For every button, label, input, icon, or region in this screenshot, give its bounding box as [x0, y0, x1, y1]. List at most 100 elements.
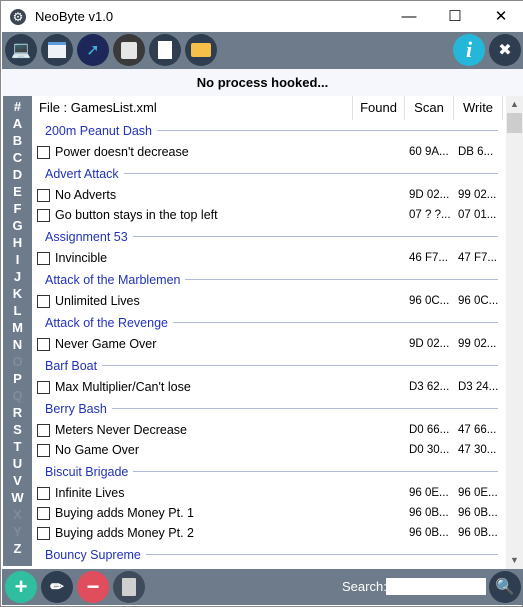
- cheat-label: Meters Never Decrease: [55, 423, 187, 437]
- pointer-icon[interactable]: ➚: [77, 34, 109, 66]
- cheat-row[interactable]: Never Game Over 9D 02... 99 02...: [32, 334, 506, 354]
- cheat-checkbox[interactable]: [37, 188, 50, 202]
- floppy-icon[interactable]: [113, 34, 145, 66]
- cheat-checkbox[interactable]: [37, 294, 50, 308]
- alphabet-index: # A B C D E F G H I J K L M N O P Q R S T U V W X Y Z: [3, 96, 32, 566]
- cheat-row[interactable]: Invincible 46 F7... 47 F7...: [32, 248, 506, 268]
- laptop-icon[interactable]: 💻: [5, 34, 37, 66]
- alphabet-letter[interactable]: C: [3, 149, 32, 166]
- alphabet-letter[interactable]: L: [3, 302, 32, 319]
- alphabet-letter: X: [13, 507, 22, 522]
- alphabet-letter[interactable]: B: [3, 132, 32, 149]
- cheat-row[interactable]: Buying adds Money Pt. 1 96 0B... 96 0B...: [32, 503, 506, 523]
- alphabet-letter[interactable]: W: [3, 489, 32, 506]
- cheat-label: Go button stays in the top left: [55, 208, 218, 222]
- scroll-down-arrow[interactable]: ▼: [506, 552, 523, 569]
- alphabet-letter[interactable]: M: [3, 319, 32, 336]
- cheat-checkbox[interactable]: [37, 486, 50, 500]
- document-icon[interactable]: [149, 34, 181, 66]
- tools-icon[interactable]: ✖: [489, 34, 521, 66]
- write-value: 96 0E...: [458, 487, 498, 499]
- scan-column-header[interactable]: Scan: [404, 96, 453, 120]
- cheat-checkbox[interactable]: [37, 423, 50, 437]
- cheat-checkbox[interactable]: [37, 506, 50, 520]
- alphabet-letter[interactable]: V: [3, 472, 32, 489]
- cheat-label: Buying adds Money Pt. 2: [55, 526, 194, 540]
- alphabet-letter[interactable]: K: [3, 285, 32, 302]
- cheat-row[interactable]: Power doesn't decrease 60 9A... DB 6...: [32, 142, 506, 162]
- file-label: File : GamesList.xml: [39, 100, 157, 115]
- window-icon[interactable]: [41, 34, 73, 66]
- cheat-row[interactable]: Buying adds Money Pt. 2 96 0B... 96 0B...: [32, 523, 506, 543]
- alphabet-letter[interactable]: F: [3, 200, 32, 217]
- alphabet-letter[interactable]: E: [3, 183, 32, 200]
- alphabet-letter[interactable]: U: [3, 455, 32, 472]
- game-name: Bouncy Supreme: [45, 547, 141, 562]
- cheat-list: 200m Peanut Dash Power doesn't decrease 60…: [32, 119, 506, 569]
- cheat-label: Power doesn't decrease: [55, 145, 189, 159]
- alphabet-letter[interactable]: Z: [3, 540, 32, 557]
- gear-icon: ⚙: [10, 8, 26, 25]
- search-icon[interactable]: 🔍: [489, 571, 521, 603]
- cheat-checkbox[interactable]: [37, 337, 50, 351]
- alphabet-letter[interactable]: S: [3, 421, 32, 438]
- divider: [145, 554, 498, 555]
- maximize-button[interactable]: ☐: [432, 1, 478, 32]
- minimize-button[interactable]: —: [386, 1, 432, 32]
- alphabet-letter[interactable]: D: [3, 166, 32, 183]
- alphabet-letter[interactable]: T: [3, 438, 32, 455]
- cheat-row[interactable]: No Game Over D0 30... 47 30...: [32, 440, 506, 460]
- game-group-header: Advert Attack: [32, 162, 506, 185]
- search-input[interactable]: [386, 578, 486, 595]
- found-column-header[interactable]: Found: [352, 96, 404, 120]
- cheat-label: No Game Over: [55, 443, 140, 457]
- alphabet-letter[interactable]: I: [3, 251, 32, 268]
- scan-value: 9D 02...: [409, 189, 450, 201]
- alphabet-letter[interactable]: P: [3, 370, 32, 387]
- cheat-label: Buying adds Money Pt. 1: [55, 506, 194, 520]
- alphabet-letter[interactable]: H: [3, 234, 32, 251]
- scan-value: 96 0B...: [409, 507, 449, 519]
- vertical-scrollbar[interactable]: ▲ ▼: [506, 96, 523, 569]
- write-column-header[interactable]: Write: [453, 96, 503, 120]
- cheat-checkbox[interactable]: [37, 526, 50, 540]
- alphabet-letter[interactable]: #: [3, 98, 32, 115]
- toolbar: 💻 ➚ i ✖: [2, 32, 523, 69]
- divider: [111, 408, 498, 409]
- cheat-checkbox[interactable]: [37, 443, 50, 457]
- alphabet-letter[interactable]: N: [3, 336, 32, 353]
- cheat-checkbox[interactable]: [37, 145, 50, 159]
- game-name: Advert Attack: [45, 166, 119, 181]
- scroll-thumb[interactable]: [507, 113, 522, 133]
- cheat-row[interactable]: No Adverts 9D 02... 99 02...: [32, 185, 506, 205]
- cheat-checkbox[interactable]: [37, 208, 50, 222]
- cheat-row[interactable]: Max Multiplier/Can't lose D3 62... D3 24..…: [32, 377, 506, 397]
- game-name: Barf Boat: [45, 358, 98, 373]
- game-name: Assignment 53: [45, 229, 128, 244]
- close-button[interactable]: ✕: [478, 1, 523, 32]
- cheat-label: Invincible: [55, 251, 108, 265]
- add-icon[interactable]: +: [5, 571, 37, 603]
- edit-icon[interactable]: ✏: [41, 571, 73, 603]
- cheat-row[interactable]: Go button stays in the top left 07 ? ?...…: [32, 205, 506, 225]
- cheat-label: Max Multiplier/Can't lose: [55, 380, 191, 394]
- scroll-up-arrow[interactable]: ▲: [506, 96, 523, 113]
- cheat-checkbox[interactable]: [37, 251, 50, 265]
- alphabet-letter[interactable]: A: [3, 115, 32, 132]
- alphabet-letter: Q: [12, 388, 23, 403]
- trash-icon[interactable]: [113, 571, 145, 603]
- cheat-row[interactable]: Unlimited Lives 96 0C... 96 0C...: [32, 291, 506, 311]
- folder-icon[interactable]: [185, 34, 217, 66]
- game-group-header: Bouncy Supreme: [32, 543, 506, 566]
- info-icon[interactable]: i: [453, 34, 485, 66]
- alphabet-letter[interactable]: R: [3, 404, 32, 421]
- remove-icon[interactable]: −: [77, 571, 109, 603]
- cheat-row[interactable]: Infinite Lives 96 0E... 96 0E...: [32, 483, 506, 503]
- write-value: 47 66...: [458, 424, 497, 436]
- cheat-row[interactable]: Meters Never Decrease D0 66... 47 66...: [32, 420, 506, 440]
- alphabet-letter[interactable]: G: [3, 217, 32, 234]
- cheat-checkbox[interactable]: [37, 380, 50, 394]
- alphabet-letter[interactable]: J: [3, 268, 32, 285]
- game-name: Biscuit Brigade: [45, 464, 129, 479]
- write-value: 96 0B...: [458, 527, 498, 539]
